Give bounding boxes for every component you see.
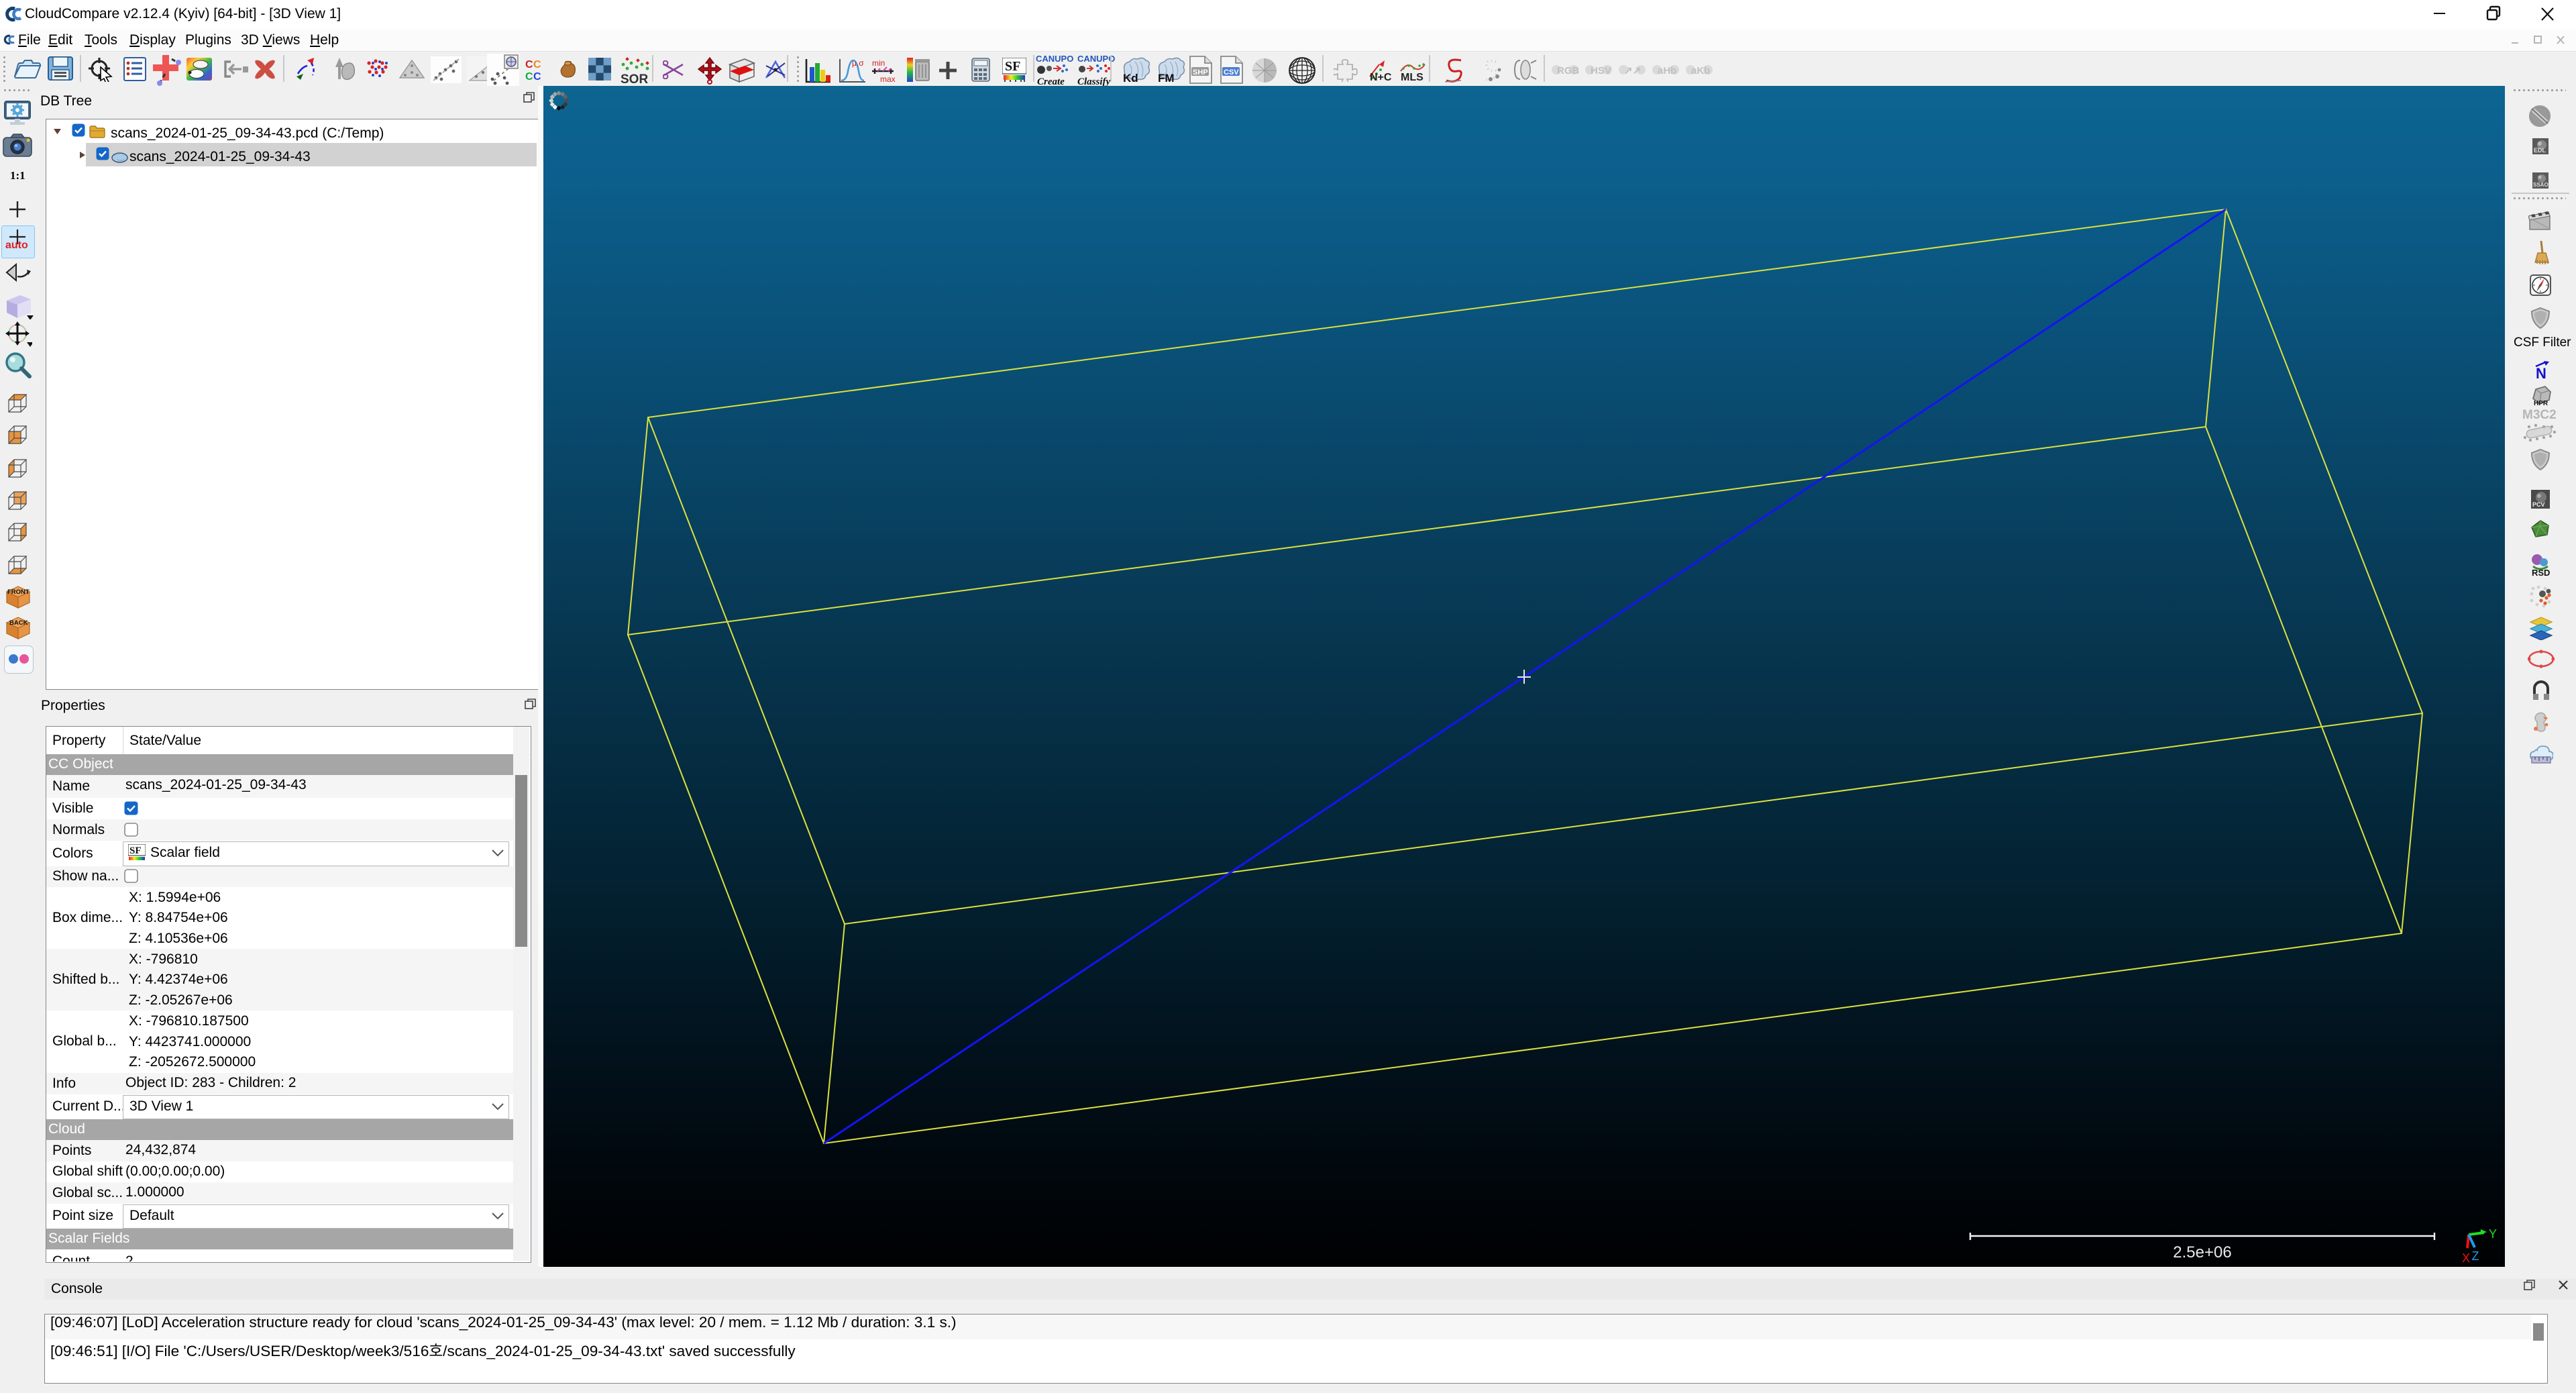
svg-text:μ,σ: μ,σ — [852, 58, 864, 68]
svg-text:C: C — [525, 71, 533, 82]
svg-text:RGB: RGB — [1557, 65, 1579, 76]
svg-text:RSD: RSD — [2532, 568, 2550, 577]
svg-text:C: C — [533, 59, 541, 70]
svg-text:PCV: PCV — [2532, 501, 2545, 508]
svg-text:HSV: HSV — [1591, 65, 1611, 76]
svg-text:SHP: SHP — [1193, 68, 1208, 76]
svg-text:C: C — [525, 59, 533, 70]
svg-text:CSV: CSV — [1224, 68, 1239, 76]
svg-text:FM: FM — [1158, 72, 1175, 83]
svg-text:X: X — [2462, 1251, 2470, 1265]
svg-text:CANUPO: CANUPO — [1077, 54, 1115, 64]
svg-text:SOR: SOR — [621, 72, 648, 85]
svg-text:FRONT: FRONT — [7, 588, 30, 596]
svg-text:CANUPO: CANUPO — [1036, 54, 1073, 64]
svg-text:N+C: N+C — [1370, 72, 1392, 82]
svg-text:HPR: HPR — [2534, 400, 2548, 407]
svg-text:aKb: aKb — [1691, 65, 1710, 76]
svg-text:SF: SF — [129, 845, 142, 856]
svg-text:max: max — [880, 74, 896, 83]
svg-text:2.5e+06: 2.5e+06 — [2173, 1243, 2231, 1261]
svg-text:SSAO: SSAO — [2533, 182, 2548, 188]
svg-text:EDL: EDL — [2534, 147, 2546, 154]
svg-text:↗↗: ↗↗ — [1624, 65, 1641, 76]
svg-text:BACK: BACK — [9, 619, 28, 627]
svg-text:Y: Y — [2489, 1227, 2497, 1241]
svg-text:N: N — [2536, 365, 2546, 380]
svg-text:SF: SF — [1005, 59, 1020, 74]
svg-text:Z: Z — [2472, 1249, 2479, 1263]
svg-text:aHb: aHb — [1658, 65, 1676, 76]
svg-text:Kd: Kd — [1123, 72, 1138, 83]
svg-text:Create: Create — [1037, 76, 1065, 86]
svg-text:Classify: Classify — [1077, 76, 1111, 86]
svg-text:C: C — [533, 71, 541, 82]
svg-text:MLS: MLS — [1401, 72, 1424, 82]
svg-text:min: min — [872, 58, 885, 68]
